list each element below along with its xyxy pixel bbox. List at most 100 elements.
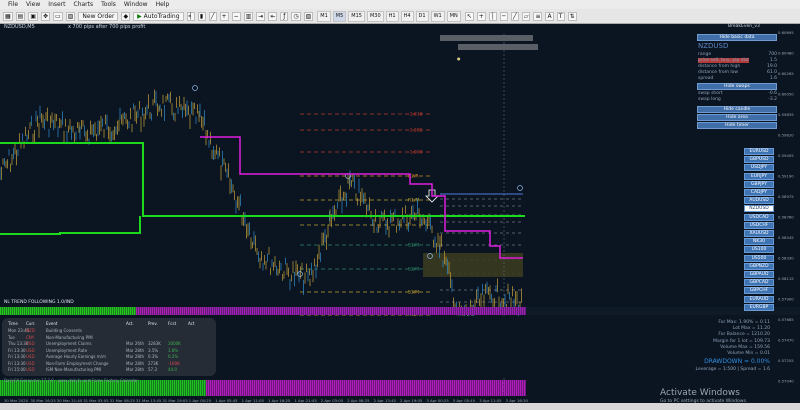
histogram-bar	[256, 380, 258, 396]
pair-button-nk30[interactable]: NK30	[744, 238, 774, 246]
navigator-icon[interactable]: ✥	[41, 11, 51, 21]
timeframe-h1[interactable]: H1	[385, 10, 399, 22]
pair-button-eurjpy[interactable]: EURJPY	[744, 172, 774, 180]
label-icon[interactable]: T	[556, 11, 565, 21]
pair-button-usdchf[interactable]: USDCHF	[744, 221, 774, 229]
templates-icon[interactable]: ▧	[303, 11, 314, 21]
arrows-icon[interactable]: ⇅	[567, 11, 577, 21]
histogram-bar	[200, 380, 202, 396]
chart-shift-icon[interactable]: ⇤	[268, 11, 278, 21]
candle-chart-icon[interactable]: ▮	[197, 11, 206, 21]
indicator-bar	[154, 307, 156, 315]
toolbar: ▦ ▤ ▣ ✥ ▭ ▨ New Order ◆ ▶ AutoTrading ╡ …	[0, 9, 800, 24]
pair-button-usdjpy[interactable]: USDJPY	[744, 164, 774, 172]
price-tick: 0.57900	[778, 297, 794, 302]
histogram-bar	[398, 380, 400, 396]
histogram-bar	[358, 380, 360, 396]
indicator-bar	[354, 307, 356, 315]
fibonacci-icon[interactable]: ≡	[533, 11, 543, 21]
market-watch-icon[interactable]: ▣	[28, 11, 39, 21]
pair-button-eurgbp[interactable]: EURGBP	[744, 303, 774, 311]
new-chart-icon[interactable]: ▦	[3, 11, 13, 21]
line-chart-icon[interactable]: ╱	[208, 11, 217, 21]
zoom-out-icon[interactable]: −	[231, 11, 241, 21]
histogram-bar	[276, 380, 278, 396]
indicator-bar	[404, 307, 406, 315]
tester-icon[interactable]: ▨	[65, 11, 76, 21]
menu-tools[interactable]: Tools	[101, 1, 116, 8]
timeframe-m15[interactable]: M15	[348, 10, 365, 22]
new-order-button[interactable]: New Order	[78, 11, 119, 21]
pair-button-gbpusd[interactable]: GBPUSD	[744, 156, 774, 164]
histogram-bar	[450, 380, 452, 396]
calendar-cell: Unemployment Claims	[46, 341, 92, 346]
menu-charts[interactable]: Charts	[74, 1, 94, 8]
hide-candle-button[interactable]: Hide candle	[697, 106, 777, 113]
histogram-bar	[280, 380, 282, 396]
indicator-name: NL TREND FOLLOWING 1.0/IND	[4, 300, 74, 305]
profiles-icon[interactable]: ▤	[15, 11, 26, 21]
histogram-bar	[344, 380, 346, 396]
pair-button-gbpchf[interactable]: GBPCHF	[744, 287, 774, 295]
timeframe-m30[interactable]: M30	[366, 10, 384, 22]
auto-trading-button[interactable]: ▶ AutoTrading	[133, 11, 184, 21]
period-icon[interactable]: ◷	[291, 11, 301, 21]
pair-button-xauusd[interactable]: XAUUSD	[744, 230, 774, 237]
pair-button-us500[interactable]: US500	[744, 254, 774, 262]
hide-swaps-button[interactable]: Hide swaps	[697, 83, 777, 90]
pair-button-audusd[interactable]: AUDUSD	[744, 197, 774, 205]
timeframe-w1[interactable]: W1	[430, 10, 445, 22]
timeframe-m5[interactable]: M5	[332, 10, 347, 22]
hide-basic-data-button[interactable]: Hide basic data	[697, 34, 777, 41]
bar-chart-icon[interactable]: ╡	[186, 11, 195, 21]
pair-button-gbpnzd[interactable]: GBPNZD	[744, 262, 774, 270]
pair-button-euraud[interactable]: EURAUD	[744, 295, 774, 303]
indicator-bar	[164, 307, 166, 315]
trendline-icon[interactable]: ╱	[510, 11, 519, 21]
terminal-icon[interactable]: ▭	[53, 11, 63, 21]
timeframe-m1[interactable]: M1	[317, 10, 331, 22]
menu-file[interactable]: File	[8, 1, 18, 8]
vertical-line-icon[interactable]: │	[488, 11, 497, 21]
equidistant-channel-icon[interactable]: ▱	[521, 11, 531, 21]
pair-button-cadjpy[interactable]: CADJPY	[744, 189, 774, 196]
cursor-icon[interactable]: ↖	[464, 11, 474, 21]
price-tick: 0.57470	[778, 338, 794, 343]
menu-view[interactable]: View	[26, 1, 40, 8]
hide-timer-button[interactable]: Hide timer	[697, 122, 777, 129]
timeframe-h4[interactable]: H4	[400, 10, 414, 22]
indicator-bar	[200, 307, 202, 315]
pair-button-gbpaud[interactable]: GBPAUD	[744, 271, 774, 278]
indicator-bar	[62, 307, 64, 315]
timeframe-mn[interactable]: MN	[446, 10, 461, 22]
menu-help[interactable]: Help	[156, 1, 170, 8]
histogram-bar	[272, 380, 274, 396]
histogram-bar	[176, 380, 178, 396]
pair-button-eurusd[interactable]: EURUSD	[744, 148, 774, 155]
pair-button-usdcad[interactable]: USDCAD	[744, 213, 774, 221]
indicator-bar	[474, 307, 476, 315]
indicators-icon[interactable]: ƒ	[280, 11, 289, 21]
indicator-bar	[232, 307, 234, 315]
stat-line: Lot Max = 11.20	[732, 326, 770, 332]
hide-area-button[interactable]: Hide area	[697, 114, 777, 121]
menu-window[interactable]: Window	[124, 1, 148, 8]
metaeditor-icon[interactable]: ◆	[121, 11, 131, 21]
indicator-bar	[296, 307, 298, 315]
pair-button-gbpcad[interactable]: GBPCAD	[744, 279, 774, 287]
autoscroll-icon[interactable]: ⇥	[256, 11, 266, 21]
text-icon[interactable]: A	[545, 11, 554, 21]
histogram-bar	[522, 380, 524, 396]
crosshair-icon[interactable]: +	[476, 11, 486, 21]
indicator-bar	[450, 307, 452, 315]
tile-windows-icon[interactable]: ▥	[243, 11, 254, 21]
timeframe-d1[interactable]: D1	[415, 10, 429, 22]
horizontal-line-icon[interactable]: ─	[499, 11, 508, 21]
pair-button-us100[interactable]: US100	[744, 246, 774, 254]
indicator-bar	[106, 307, 108, 315]
chart-area[interactable]: -1.618-1.382-1.000R2/RR1/MPS1/MS2/MS3/MS…	[0, 24, 800, 404]
pair-button-gbpjpy[interactable]: GBPJPY	[744, 180, 774, 188]
menu-insert[interactable]: Insert	[48, 1, 65, 8]
zoom-in-icon[interactable]: +	[219, 11, 229, 21]
pair-button-nzdusd[interactable]: NZDUSD	[744, 205, 774, 213]
